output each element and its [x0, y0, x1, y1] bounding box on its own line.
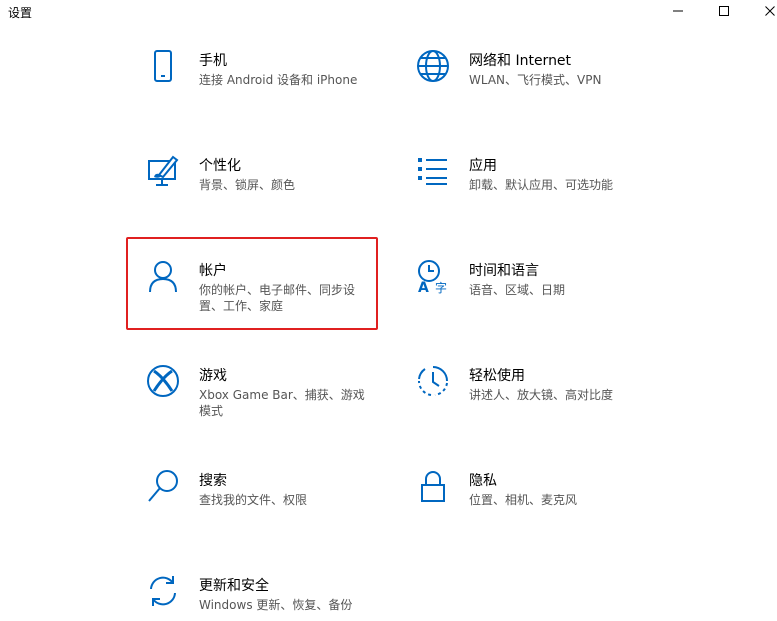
settings-item-desc: WLAN、飞行模式、VPN [469, 73, 602, 87]
settings-item-label: 个性化 [199, 158, 241, 174]
settings-item-desc: 讲述人、放大镜、高对比度 [469, 388, 614, 402]
title-bar: 设置 [0, 0, 777, 24]
settings-item-label: 手机 [199, 53, 227, 69]
settings-item-desc: 背景、锁屏、颜色 [199, 178, 296, 192]
settings-item-label: 轻松使用 [469, 368, 525, 384]
svg-text:字: 字 [435, 280, 447, 294]
highlight-frame [126, 237, 378, 330]
settings-item-label: 隐私 [469, 473, 497, 489]
settings-item-time-language[interactable]: A字 时间和语言 语音、区域、日期 [397, 250, 647, 340]
ease-of-access-icon [415, 363, 451, 399]
settings-item-phone[interactable]: 手机 连接 Android 设备和 iPhone [127, 40, 377, 130]
xbox-icon [145, 363, 181, 399]
settings-item-search[interactable]: 搜索 查找我的文件、权限 [127, 460, 377, 550]
settings-item-update-security[interactable]: 更新和安全 Windows 更新、恢复、备份 [127, 565, 377, 621]
settings-item-apps[interactable]: 应用 卸载、默认应用、可选功能 [397, 145, 647, 235]
lock-icon [415, 468, 451, 504]
window-title: 设置 [8, 6, 33, 20]
settings-item-network[interactable]: 网络和 Internet WLAN、飞行模式、VPN [397, 40, 647, 130]
globe-icon [415, 48, 451, 84]
maximize-icon [719, 6, 729, 16]
sync-icon [145, 573, 181, 609]
time-language-icon: A字 [415, 258, 451, 294]
minimize-icon [673, 10, 683, 12]
personalization-icon [145, 153, 181, 189]
settings-item-gaming[interactable]: 游戏 Xbox Game Bar、捕获、游戏模式 [127, 355, 377, 445]
apps-list-icon [415, 153, 451, 189]
settings-item-label: 应用 [469, 158, 497, 174]
minimize-button[interactable] [655, 0, 701, 22]
settings-item-desc: 卸载、默认应用、可选功能 [469, 178, 614, 192]
settings-item-privacy[interactable]: 隐私 位置、相机、麦克风 [397, 460, 647, 550]
settings-item-label: 更新和安全 [199, 578, 269, 594]
close-button[interactable] [747, 0, 777, 22]
settings-item-label: 网络和 Internet [469, 53, 572, 69]
maximize-button[interactable] [701, 0, 747, 22]
settings-item-ease-of-access[interactable]: 轻松使用 讲述人、放大镜、高对比度 [397, 355, 647, 445]
settings-item-personalization[interactable]: 个性化 背景、锁屏、颜色 [127, 145, 377, 235]
settings-item-label: 游戏 [199, 368, 227, 384]
settings-item-desc: Windows 更新、恢复、备份 [199, 598, 353, 612]
svg-text:A: A [418, 280, 429, 294]
settings-item-label: 搜索 [199, 473, 227, 489]
settings-item-desc: 位置、相机、麦克风 [469, 493, 578, 507]
search-icon [145, 468, 181, 504]
settings-item-label: 时间和语言 [469, 263, 539, 279]
settings-item-desc: 查找我的文件、权限 [199, 493, 308, 507]
close-icon [765, 6, 775, 16]
settings-item-desc: 语音、区域、日期 [469, 283, 566, 297]
settings-item-desc: 连接 Android 设备和 iPhone [199, 73, 358, 87]
settings-item-desc: Xbox Game Bar、捕获、游戏模式 [199, 388, 365, 418]
phone-icon [145, 48, 181, 84]
